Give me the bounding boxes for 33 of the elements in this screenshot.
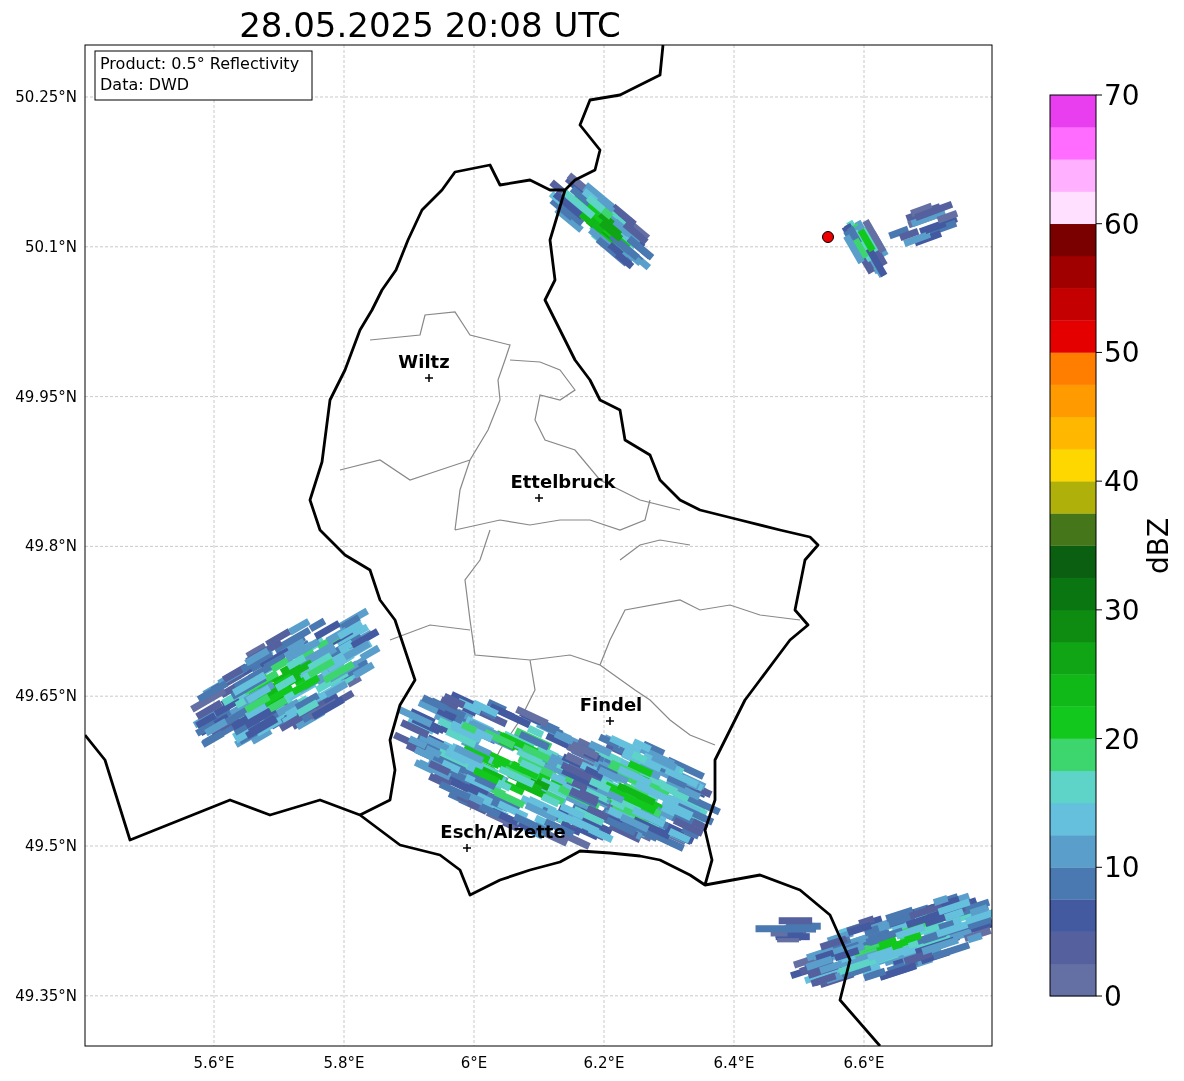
longitude-label: 5.8°E (323, 1054, 365, 1072)
colorbar-tick-label: 30 (1104, 593, 1140, 627)
colorbar-tick-label: 70 (1104, 79, 1140, 112)
longitude-label: 6.4°E (713, 1054, 755, 1072)
colorbar-tick-label: 40 (1104, 465, 1140, 499)
colorbar-tick-label: 10 (1104, 851, 1140, 885)
longitude-label: 6.6°E (843, 1054, 885, 1072)
colorbar-tick-label: 50 (1104, 336, 1140, 370)
longitude-label: 6.2°E (583, 1054, 625, 1072)
city-marker-icon (534, 493, 544, 503)
latitude-label: 49.5°N (24, 837, 77, 855)
colorbar-tick-label: 0 (1104, 980, 1122, 1013)
latitude-label: 49.8°N (24, 537, 77, 556)
latitude-label: 49.95°N (15, 387, 77, 406)
longitude-label: 6°E (460, 1054, 488, 1072)
city-label: Findel (579, 694, 643, 715)
city-marker-icon (605, 716, 615, 726)
latitude-label: 49.65°N (15, 687, 77, 706)
city-marker-icon (424, 373, 434, 383)
colorbar-tick-label: 60 (1104, 207, 1140, 241)
city-label: Wiltz (398, 351, 450, 372)
longitude-label: 5.6°E (193, 1054, 235, 1072)
chart-title: 28.05.2025 20:08 UTC (239, 5, 621, 45)
colorbar-label: dBZ (1142, 517, 1175, 575)
info-text: Product: 0.5° Reflectivity (100, 54, 300, 73)
latitude-label: 50.25°N (15, 88, 77, 106)
colorbar-tick-label: 20 (1104, 722, 1140, 756)
radar-site-marker (822, 231, 834, 243)
city-marker-icon (462, 843, 472, 853)
latitude-label: 50.1°N (24, 237, 77, 256)
city-label: Ettelbruck (510, 471, 616, 492)
info-text: Data: DWD (100, 75, 190, 94)
latitude-label: 49.35°N (15, 986, 77, 1005)
